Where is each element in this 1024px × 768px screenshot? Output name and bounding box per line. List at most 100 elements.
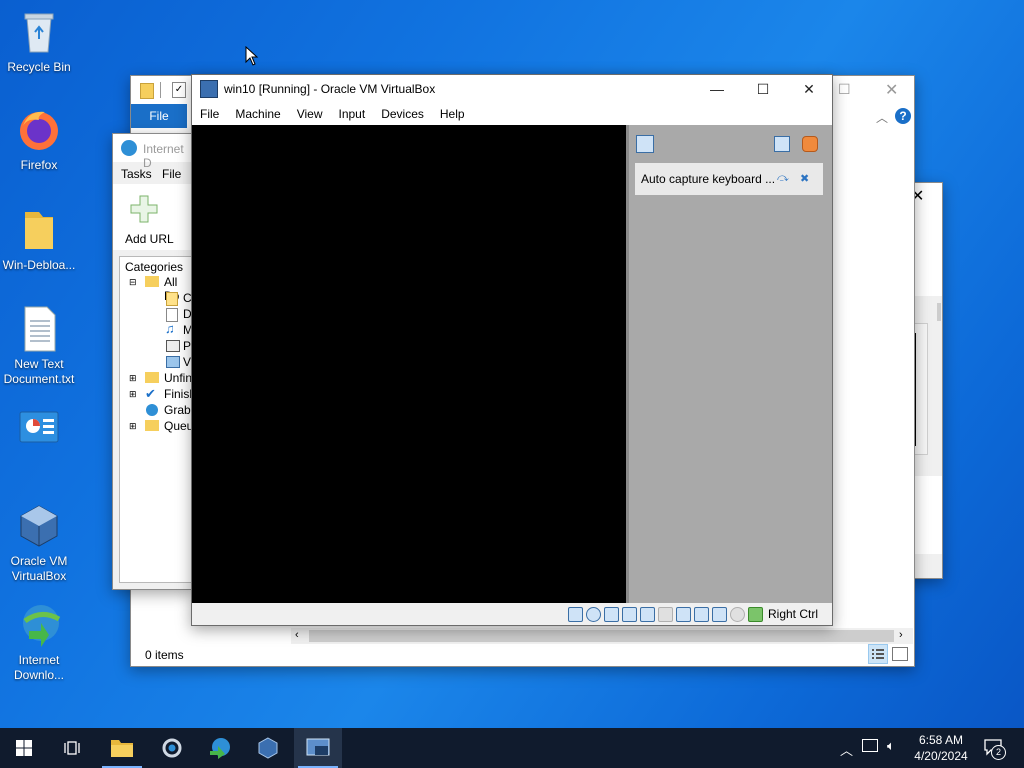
desktop-icon-firefox[interactable]: Firefox [0,106,78,173]
virtualbox-vm-window[interactable]: win10 [Running] - Oracle VM VirtualBox —… [191,74,833,626]
help-icon[interactable]: ? [895,108,911,124]
message-icon[interactable] [636,135,654,153]
clock[interactable]: 6:58 AM 4/20/2024 [908,732,974,764]
network-icon[interactable] [862,739,878,752]
scrollbar-thumb[interactable] [309,630,894,642]
network-icon[interactable] [621,606,637,622]
vm-display[interactable] [192,125,626,603]
video-icon [166,356,180,368]
menu-input[interactable]: Input [331,107,374,121]
clock-time: 6:58 AM [918,733,964,747]
task-view-icon [64,741,80,755]
desktop-icon-recycle-bin[interactable]: Recycle Bin [0,8,78,75]
display-icon[interactable] [675,606,691,622]
settings-icon [162,738,182,758]
host-key-icon[interactable] [747,606,763,622]
music-icon: ♫ [165,321,175,336]
mouse-integration-icon[interactable] [729,606,745,622]
folder-icon [140,83,154,99]
idm-menu-tasks[interactable]: Tasks [121,167,152,181]
shared-folders-icon[interactable] [657,606,673,622]
add-url-icon[interactable] [129,194,159,227]
ribbon-file-tab[interactable]: File [131,104,187,128]
checkbox-properties-icon[interactable]: ✓ [172,82,186,98]
tree-expand-icon[interactable]: ⊞ [129,421,137,432]
show-hidden-icons-icon[interactable]: ︿ [840,740,853,759]
desktop-icon-label: Firefox [20,158,58,172]
start-button[interactable] [0,728,48,768]
virtualbox-icon [200,80,218,98]
close-notification-icon[interactable]: ✖ [800,172,809,185]
idm-icon [210,738,230,759]
idm-window-title: Internet D [143,142,184,170]
folder-icon [15,206,63,254]
menu-machine[interactable]: Machine [227,107,288,121]
usb-icon[interactable] [639,606,655,622]
menu-view[interactable]: View [289,107,331,121]
notification-center-panel: Auto capture keyboard ... ⤼ ✖ [626,125,832,603]
desktop-icon-label: Recycle Bin [7,60,71,74]
volume-muted-icon[interactable]: 🔈︎ [887,738,895,754]
menu-file[interactable]: File [192,107,227,121]
desktop-icon-internet-download-manager[interactable]: Internet Downlo... [0,601,78,683]
mouse-cursor-icon [245,46,259,66]
sort-icon[interactable] [774,136,790,152]
optical-drive-icon[interactable] [585,606,601,622]
host-key-label: Right Ctrl [767,607,818,621]
folder-open-icon [145,276,159,287]
taskbar-settings[interactable] [148,728,196,768]
scroll-right-icon[interactable]: › [899,629,903,641]
separator [160,82,161,98]
document-icon [166,308,178,322]
menu-help[interactable]: Help [432,107,473,121]
tree-expand-icon[interactable]: ⊞ [129,389,137,400]
horizontal-scrollbar[interactable]: ‹ › [291,628,913,644]
notification-text: Auto capture keyboard ... [641,172,776,186]
tree-expand-icon[interactable]: ⊞ [129,373,137,384]
desktop-icon-virtualbox[interactable]: Oracle VM VirtualBox [0,502,78,584]
taskbar-internet-download-manager[interactable] [196,728,244,768]
desktop-icon-control-panel[interactable] [0,404,78,456]
audio-icon[interactable] [603,606,619,622]
details-view-icon[interactable] [868,644,888,664]
chevron-up-icon[interactable]: ︿ [876,109,888,126]
add-url-button-label[interactable]: Add URL [125,232,174,246]
folder-icon [145,372,159,383]
maximize-icon[interactable]: ☐ [838,81,851,98]
idm-menu-file[interactable]: File [162,167,181,181]
large-icons-view-icon[interactable] [892,647,908,661]
idm-window[interactable]: Internet D Tasks File Add URL Categories… [112,133,200,590]
taskbar-vm-win10[interactable] [294,728,342,768]
hard-disk-icon[interactable] [567,606,583,622]
taskbar-file-explorer[interactable] [98,728,146,768]
taskbar-virtualbox-manager[interactable] [244,728,292,768]
desktop-icon-new-text-document[interactable]: New Text Document.txt [0,305,78,387]
desktop-icon-label: Win-Debloa... [2,258,76,272]
action-center-icon[interactable]: 2 [983,738,1006,760]
notification-item: Auto capture keyboard ... ⤼ ✖ [635,163,823,195]
vbox-statusbar: Right Ctrl [192,603,832,625]
dismiss-all-icon[interactable] [802,136,818,152]
idm-icon [15,601,63,649]
control-panel-icon [15,404,63,452]
scroll-left-icon[interactable]: ‹ [295,629,299,641]
do-not-show-icon[interactable]: ⤼ [777,172,789,185]
text-file-icon [15,305,63,353]
desktop-icon-label: Internet Downlo... [13,653,65,682]
close-button[interactable]: ✕ [786,74,832,104]
virtualbox-icon [258,737,278,759]
scrollbar-thumb[interactable] [937,303,941,321]
cpu-icon[interactable] [711,606,727,622]
minimize-button[interactable]: — [694,74,740,104]
maximize-button[interactable]: ☐ [740,74,786,104]
desktop-icon-win-debloat[interactable]: Win-Debloa... [0,206,78,273]
categories-header: Categories [125,260,184,274]
menu-devices[interactable]: Devices [373,107,432,121]
folder-icon [145,420,159,431]
desktop-icon-label: Oracle VM VirtualBox [10,554,68,583]
tree-collapse-icon[interactable]: ⊟ [129,277,137,288]
task-view-button[interactable] [48,728,96,768]
idm-icon [121,140,137,156]
close-icon[interactable]: ✕ [885,80,898,100]
video-capture-icon[interactable] [693,606,709,622]
